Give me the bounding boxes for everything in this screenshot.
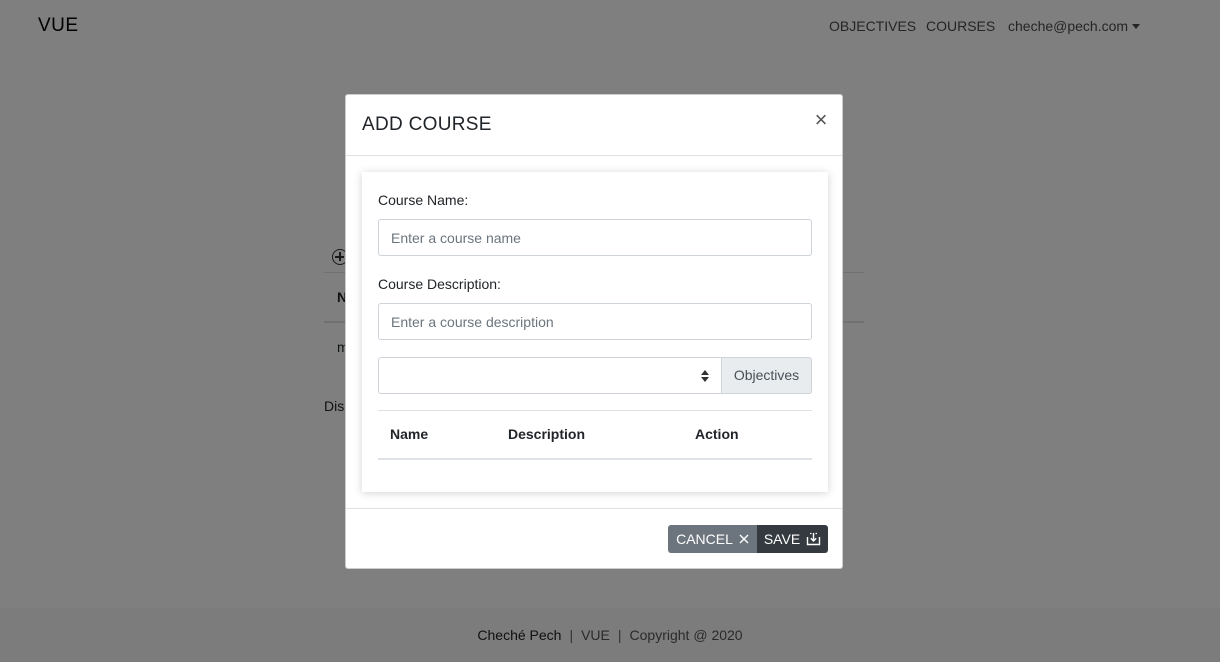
save-button[interactable]: SAVE xyxy=(757,525,828,553)
course-name-input[interactable] xyxy=(378,219,812,256)
modal-footer: CANCEL SAVE xyxy=(346,508,842,569)
modal-title: ADD COURSE xyxy=(362,114,492,135)
save-button-label: SAVE xyxy=(763,531,801,547)
x-icon xyxy=(739,534,749,544)
cancel-button[interactable]: CANCEL xyxy=(668,525,757,553)
add-course-modal: ADD COURSE × Course Name: Course Descrip… xyxy=(345,94,843,569)
objectives-select[interactable] xyxy=(378,357,722,394)
course-description-input[interactable] xyxy=(378,303,812,340)
column-header-description: Description xyxy=(508,426,586,442)
divider xyxy=(378,458,812,460)
modal-header: ADD COURSE × xyxy=(346,95,842,156)
column-header-action: Action xyxy=(695,426,739,442)
objectives-addon[interactable]: Objectives xyxy=(721,357,812,394)
divider xyxy=(378,410,812,411)
download-icon xyxy=(806,532,821,546)
course-name-label: Course Name: xyxy=(378,192,469,208)
course-form-card: Course Name: Course Description: Objecti… xyxy=(362,172,828,492)
close-icon[interactable]: × xyxy=(812,109,830,131)
cancel-button-label: CANCEL xyxy=(676,531,733,547)
column-header-name: Name xyxy=(390,426,429,442)
course-description-label: Course Description: xyxy=(378,276,501,292)
objectives-select-group: Objectives xyxy=(378,357,812,394)
select-arrows-icon xyxy=(701,370,711,384)
